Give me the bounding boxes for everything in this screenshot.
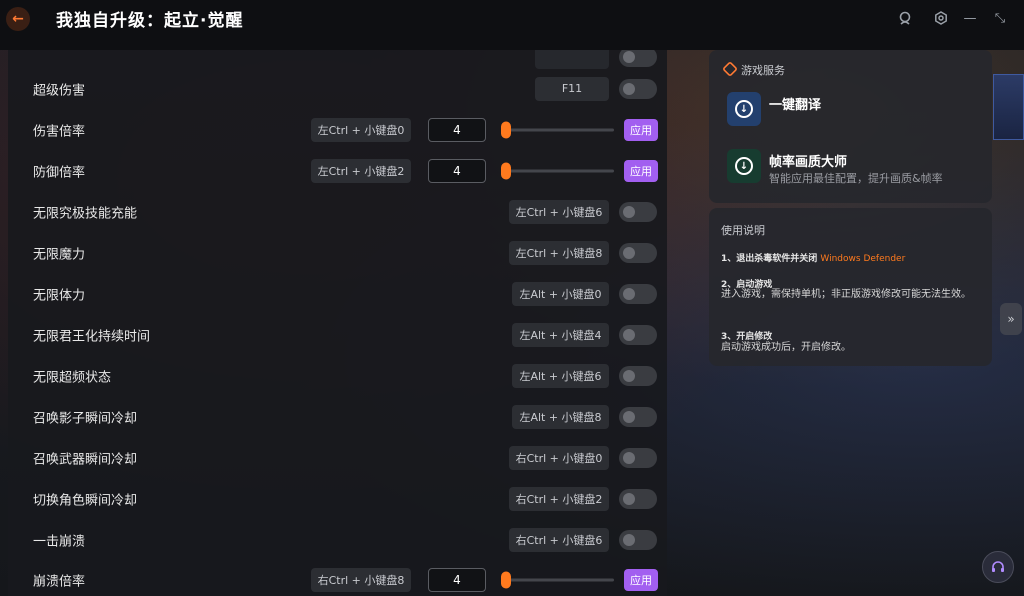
hotkey-badge[interactable]: 右Ctrl + 小键盘8 — [311, 567, 411, 592]
cheat-label: 无限魔力 — [33, 247, 86, 262]
toggle-switch[interactable] — [619, 50, 657, 67]
cheat-label: 无限超频状态 — [33, 370, 112, 385]
list-item: 无限君王化持续时间 左Alt + 小键盘4 — [8, 314, 667, 355]
list-item: 召唤影子瞬间冷却 左Alt + 小键盘8 — [8, 396, 667, 437]
instruction-step-2-text: 进入游戏，需保持单机；非正版游戏修改可能无法生效。 — [721, 289, 971, 300]
instruction-step-3-text: 启动游戏成功后，开启修改。 — [721, 342, 851, 353]
minimize-button[interactable]: — — [960, 8, 980, 28]
list-item: 无限超频状态 左Alt + 小键盘6 — [8, 355, 667, 396]
slider-track[interactable] — [508, 128, 614, 131]
step-1-text: 1、退出杀毒软件并关闭 — [721, 254, 818, 264]
back-arrow-icon: ← — [12, 11, 24, 27]
toggle-switch[interactable] — [619, 242, 657, 263]
headset-icon — [992, 561, 1004, 572]
windows-defender-link[interactable]: Windows Defender — [820, 254, 905, 264]
instructions-card: 使用说明 1、退出杀毒软件并关闭 Windows Defender 2、启动游戏… — [709, 208, 992, 366]
slider-thumb[interactable] — [501, 162, 511, 179]
service-heading: 游戏服务 — [741, 64, 785, 77]
list-item: 召唤武器瞬间冷却 右Ctrl + 小键盘0 — [8, 437, 667, 478]
toggle-switch[interactable] — [619, 488, 657, 509]
cheat-label: 切换角色瞬间冷却 — [33, 493, 138, 508]
support-button[interactable] — [982, 551, 1014, 583]
list-item: 一击崩溃 右Ctrl + 小键盘6 — [8, 519, 667, 560]
value-input[interactable]: 4 — [428, 158, 486, 183]
value-input[interactable]: 4 — [428, 117, 486, 142]
title-bar: ← 我独自升级：起立·觉醒 — ⤡ — [0, 0, 1024, 50]
apply-button[interactable]: 应用 — [624, 568, 658, 591]
download-icon: ↓ — [735, 100, 753, 118]
account-icon — [899, 11, 911, 25]
slider-track[interactable] — [508, 578, 614, 581]
cheat-label: 无限究极技能充能 — [33, 206, 138, 221]
minimize-icon: — — [963, 10, 977, 26]
toggle-switch[interactable] — [619, 324, 657, 345]
toggle-switch[interactable] — [619, 529, 657, 550]
apply-button[interactable]: 应用 — [624, 159, 658, 182]
collapse-panel-button[interactable]: » — [1000, 303, 1022, 335]
cheat-label: 崩溃倍率 — [33, 574, 86, 589]
value-input[interactable]: 4 — [428, 567, 486, 592]
hotkey-badge[interactable]: 左Alt + 小键盘6 — [512, 363, 609, 388]
list-item: 伤害倍率 左Ctrl + 小键盘0 4 应用 — [8, 109, 667, 150]
translate-title[interactable]: 一键翻译 — [769, 94, 821, 113]
settings-icon — [935, 11, 947, 25]
toggle-switch[interactable] — [619, 78, 657, 99]
hotkey-badge[interactable]: 左Ctrl + 小键盘2 — [311, 158, 411, 183]
instruction-step-1: 1、退出杀毒软件并关闭 Windows Defender — [721, 251, 905, 264]
list-item: 无限究极技能充能 左Ctrl + 小键盘6 — [8, 191, 667, 232]
page-title: 我独自升级：起立·觉醒 — [56, 11, 244, 31]
apply-button[interactable]: 应用 — [624, 118, 658, 141]
toggle-switch[interactable] — [619, 283, 657, 304]
back-button[interactable]: ← — [6, 7, 30, 31]
download-icon: ↓ — [735, 157, 753, 175]
cheat-label: 召唤武器瞬间冷却 — [33, 452, 138, 467]
fps-master-desc: 智能应用最佳配置，提升画质&帧率 — [769, 172, 943, 185]
hotkey-badge[interactable]: 右Ctrl + 小键盘0 — [509, 445, 609, 470]
toggle-switch[interactable] — [619, 365, 657, 386]
instructions-heading: 使用说明 — [721, 224, 765, 237]
list-item: 切换角色瞬间冷却 右Ctrl + 小键盘2 — [8, 478, 667, 519]
hotkey-badge[interactable]: F11 — [535, 76, 609, 101]
list-item: 无限魔力 左Ctrl + 小键盘8 — [8, 232, 667, 273]
cheat-label: 无限体力 — [33, 288, 86, 303]
cheat-label: 无限君王化持续时间 — [33, 329, 151, 344]
hotkey-badge[interactable]: 左Alt + 小键盘8 — [512, 404, 609, 429]
toggle-switch[interactable] — [619, 406, 657, 427]
fullscreen-button[interactable]: ⤡ — [990, 8, 1010, 28]
cheat-label: 一击崩溃 — [33, 534, 86, 549]
hotkey-badge[interactable] — [535, 50, 609, 69]
hotkey-badge[interactable]: 右Ctrl + 小键盘6 — [509, 527, 609, 552]
fps-master-title[interactable]: 帧率画质大师 — [769, 151, 847, 170]
hotkey-badge[interactable]: 右Ctrl + 小键盘2 — [509, 486, 609, 511]
hotkey-badge[interactable]: 左Ctrl + 小键盘6 — [509, 199, 609, 224]
slider-track[interactable] — [508, 169, 614, 172]
hotkey-badge[interactable]: 左Ctrl + 小键盘8 — [509, 240, 609, 265]
hotkey-badge[interactable]: 左Alt + 小键盘0 — [512, 281, 609, 306]
fps-master-button[interactable]: ↓ — [727, 149, 761, 183]
list-item: 超级伤害 F11 — [8, 68, 667, 109]
cheat-label: 超级伤害 — [33, 83, 86, 98]
cheat-label: 召唤影子瞬间冷却 — [33, 411, 138, 426]
cheat-label: 伤害倍率 — [33, 124, 86, 139]
service-icon — [722, 61, 738, 77]
account-button[interactable] — [895, 8, 915, 28]
hotkey-badge[interactable]: 左Ctrl + 小键盘0 — [311, 117, 411, 142]
background-thumbnail — [993, 74, 1024, 140]
game-service-card: 游戏服务 ↓ 一键翻译 ↓ 帧率画质大师 智能应用最佳配置，提升画质&帧率 — [709, 50, 992, 203]
toggle-switch[interactable] — [619, 201, 657, 222]
slider-thumb[interactable] — [501, 121, 511, 138]
fullscreen-icon: ⤡ — [994, 10, 1006, 26]
toggle-switch[interactable] — [619, 447, 657, 468]
slider-thumb[interactable] — [501, 571, 511, 588]
cheat-label: 防御倍率 — [33, 165, 86, 180]
list-item: 无限体力 左Alt + 小键盘0 — [8, 273, 667, 314]
list-item: 崩溃倍率 右Ctrl + 小键盘8 4 应用 — [8, 559, 667, 596]
translate-button[interactable]: ↓ — [727, 92, 761, 126]
hotkey-badge[interactable]: 左Alt + 小键盘4 — [512, 322, 609, 347]
cheat-list: 超级伤害 F11 伤害倍率 左Ctrl + 小键盘0 4 应用 防御倍率 左Ct… — [8, 50, 667, 596]
list-item: 防御倍率 左Ctrl + 小键盘2 4 应用 — [8, 150, 667, 191]
chevron-right-icon: » — [1007, 312, 1015, 326]
settings-button[interactable] — [931, 8, 951, 28]
